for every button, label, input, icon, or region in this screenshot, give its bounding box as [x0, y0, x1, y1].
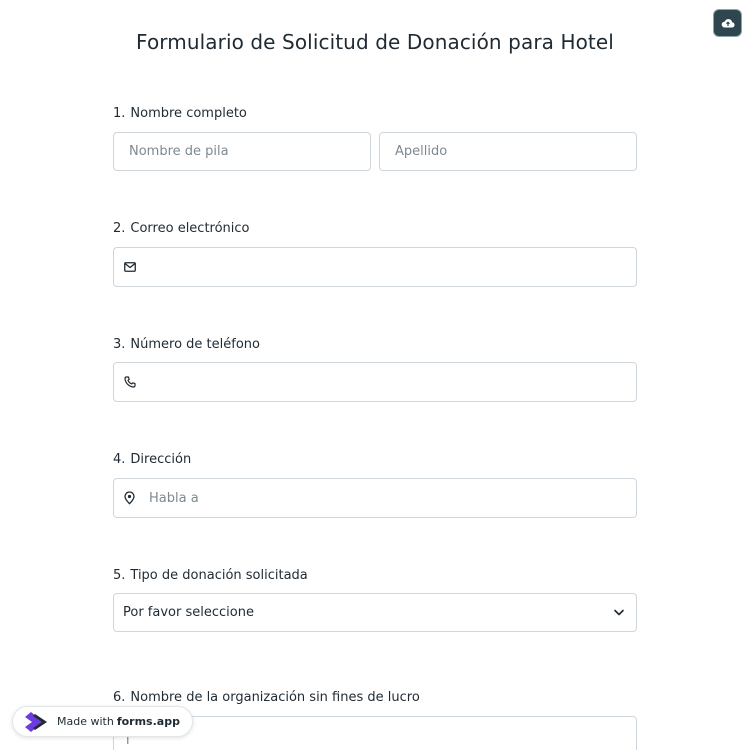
- forms-app-logo-icon: [21, 710, 51, 734]
- phone-icon: [124, 376, 136, 388]
- form-page: Formulario de Solicitud de Donación para…: [0, 0, 750, 750]
- question-number: 1.: [113, 106, 126, 121]
- badge-prefix: Made with: [57, 715, 114, 728]
- question-number: 4.: [113, 452, 126, 467]
- question-text: Número de teléfono: [130, 337, 260, 352]
- donation-type-selected: Por favor seleccione: [123, 605, 254, 620]
- question-number: 3.: [113, 337, 126, 352]
- question-text: Nombre completo: [130, 106, 247, 121]
- question-label-phone: 3. Número de teléfono: [113, 337, 260, 352]
- badge-brand: forms.app: [116, 715, 180, 728]
- question-label-email: 2. Correo electrónico: [113, 221, 250, 236]
- question-number: 5.: [113, 568, 126, 583]
- made-with-forms-app-badge[interactable]: Made with forms.app: [12, 706, 193, 737]
- question-label-address: 4. Dirección: [113, 452, 191, 467]
- question-label-donation-type: 5. Tipo de donación solicitada: [113, 568, 308, 583]
- question-label-nonprofit-name: 6. Nombre de la organización sin fines de…: [113, 690, 420, 705]
- question-text: Correo electrónico: [130, 221, 250, 236]
- address-placeholder: Habla a: [149, 490, 199, 506]
- cloud-upload-icon: [721, 17, 735, 29]
- question-text: Tipo de donación solicitada: [130, 568, 308, 583]
- question-text: Dirección: [130, 452, 192, 467]
- chevron-down-icon: [614, 609, 624, 616]
- first-name-placeholder: Nombre de pila: [129, 144, 229, 159]
- question-text: Nombre de la organización sin fines de l…: [130, 690, 420, 705]
- email-input[interactable]: [113, 247, 637, 287]
- last-name-placeholder: Apellido: [395, 144, 448, 159]
- location-pin-icon: [124, 491, 135, 505]
- first-name-input[interactable]: Nombre de pila: [113, 132, 371, 171]
- form-title: Formulario de Solicitud de Donación para…: [136, 30, 614, 54]
- donation-type-select[interactable]: Por favor seleccione: [113, 593, 637, 632]
- envelope-icon: [124, 262, 136, 272]
- question-number: 6.: [113, 690, 126, 705]
- question-number: 2.: [113, 221, 126, 236]
- phone-input[interactable]: [113, 362, 637, 402]
- question-label-full-name: 1. Nombre completo: [113, 106, 247, 121]
- last-name-input[interactable]: Apellido: [379, 132, 637, 171]
- address-input[interactable]: Habla a: [113, 478, 637, 518]
